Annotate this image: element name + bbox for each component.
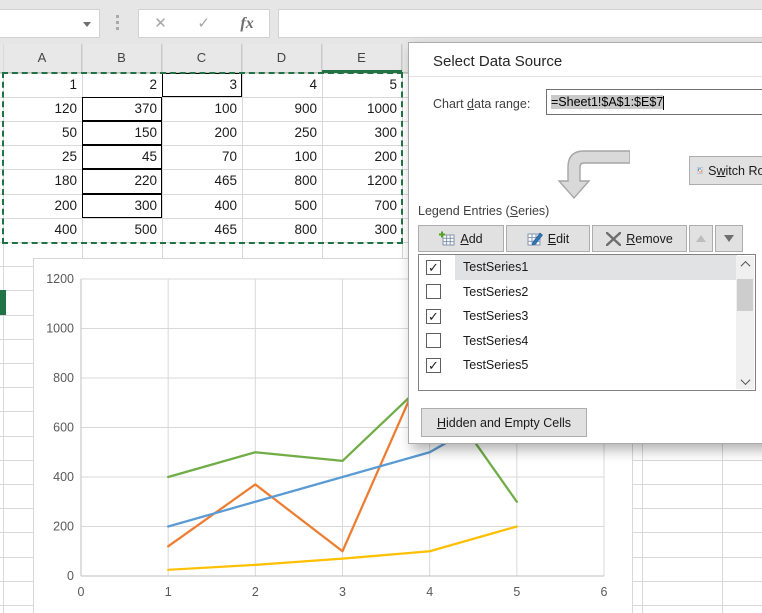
dialog-title: Select Data Source: [433, 53, 562, 70]
series-listbox[interactable]: ✓ TestSeries1 TestSeries2 ✓ TestSeries3 TestS…: [418, 254, 756, 391]
axis-tick-label: 400: [53, 470, 74, 484]
series-checkbox-TestSeries1[interactable]: ✓: [426, 260, 441, 275]
switch-row-column-button[interactable]: Switch Row/Column: [689, 156, 762, 185]
active-cell-indicator: [0, 290, 6, 314]
formula-button-group: ✕ ✓ fx: [138, 9, 270, 38]
excel-window: ✕ ✓ fx ABCDE 123451203701009001000501502…: [0, 0, 762, 613]
series-checkbox-TestSeries3[interactable]: ✓: [426, 309, 441, 324]
column-header-D[interactable]: D: [242, 44, 322, 72]
axis-tick-label: 6: [601, 585, 608, 599]
axis-tick-label: 3: [339, 585, 346, 599]
hidden-and-empty-cells-button[interactable]: Hidden and Empty Cells: [421, 408, 587, 437]
remove-icon: [606, 232, 621, 246]
edit-icon: [527, 231, 543, 246]
series-list-item-TestSeries1[interactable]: ✓ TestSeries1: [419, 255, 737, 280]
add-series-button[interactable]: Add: [418, 225, 504, 252]
select-data-source-dialog[interactable]: Select Data Source Chart data range: =Sh…: [408, 42, 762, 444]
series-list-item-TestSeries3[interactable]: ✓ TestSeries3: [419, 304, 737, 329]
series-name-label: TestSeries5: [463, 358, 528, 372]
chevron-down-icon[interactable]: [83, 22, 91, 27]
scroll-down-button[interactable]: [736, 373, 754, 389]
axis-tick-label: 1: [165, 585, 172, 599]
scroll-up-button[interactable]: [736, 256, 754, 272]
series-name-label: TestSeries1: [463, 260, 528, 274]
text-caret: [663, 96, 664, 110]
series-list-item-TestSeries5[interactable]: ✓ TestSeries5: [419, 353, 737, 378]
series-name-label: TestSeries3: [463, 309, 528, 323]
column-header-B[interactable]: B: [82, 44, 162, 72]
column-header-A[interactable]: A: [3, 44, 82, 72]
series-list-item-TestSeries2[interactable]: TestSeries2: [419, 280, 737, 305]
enter-icon[interactable]: ✓: [197, 10, 210, 37]
scrollbar-thumb[interactable]: [737, 279, 753, 311]
up-triangle-icon: [696, 235, 706, 242]
chart-data-range-input[interactable]: =Sheet1!$A$1:$E$7: [546, 89, 762, 115]
axis-tick-label: 200: [53, 520, 74, 534]
chevron-down-icon: [740, 375, 750, 385]
selection-marching-ants: [2, 72, 403, 244]
cancel-icon[interactable]: ✕: [154, 10, 167, 37]
column-header-E[interactable]: E: [322, 44, 402, 72]
listbox-scrollbar[interactable]: [736, 256, 754, 389]
formula-bar: ✕ ✓ fx: [0, 0, 762, 45]
add-icon: [439, 231, 455, 246]
chevron-up-icon: [740, 260, 750, 270]
down-triangle-icon: [724, 235, 734, 242]
move-series-down-button[interactable]: [715, 225, 743, 252]
formula-bar-separator-dots: [116, 15, 119, 33]
axis-tick-label: 0: [67, 569, 74, 583]
name-box[interactable]: [0, 9, 100, 38]
move-series-up-button[interactable]: [689, 225, 713, 252]
series-list-item-TestSeries4[interactable]: TestSeries4: [419, 329, 737, 354]
legend-entries-label: Legend Entries (Series): [418, 204, 549, 218]
series-name-label: TestSeries2: [463, 285, 528, 299]
axis-tick-label: 600: [53, 421, 74, 435]
series-checkbox-TestSeries2[interactable]: [426, 284, 441, 299]
insert-function-icon[interactable]: fx: [240, 10, 253, 37]
axis-tick-label: 2: [252, 585, 259, 599]
column-header-C[interactable]: C: [162, 44, 242, 72]
chart-data-range-label: Chart data range:: [433, 97, 530, 111]
range-selected-text: =Sheet1!$A$1:$E$7: [551, 95, 663, 109]
axis-tick-label: 0: [78, 585, 85, 599]
axis-tick-label: 1200: [46, 272, 74, 286]
switch-row-column-icon: [697, 162, 703, 179]
axis-tick-label: 4: [426, 585, 433, 599]
series-checkbox-TestSeries4[interactable]: [426, 333, 441, 348]
axis-tick-label: 5: [513, 585, 520, 599]
remove-series-button[interactable]: Remove: [592, 225, 687, 252]
axis-tick-label: 800: [53, 371, 74, 385]
series-checkbox-TestSeries5[interactable]: ✓: [426, 358, 441, 373]
axis-tick-label: 1000: [46, 322, 74, 336]
series-name-label: TestSeries4: [463, 334, 528, 348]
elbow-arrow-icon: [554, 147, 630, 201]
dialog-title-separator: [409, 76, 762, 77]
edit-series-button[interactable]: Edit: [506, 225, 590, 252]
formula-input[interactable]: [278, 9, 762, 38]
